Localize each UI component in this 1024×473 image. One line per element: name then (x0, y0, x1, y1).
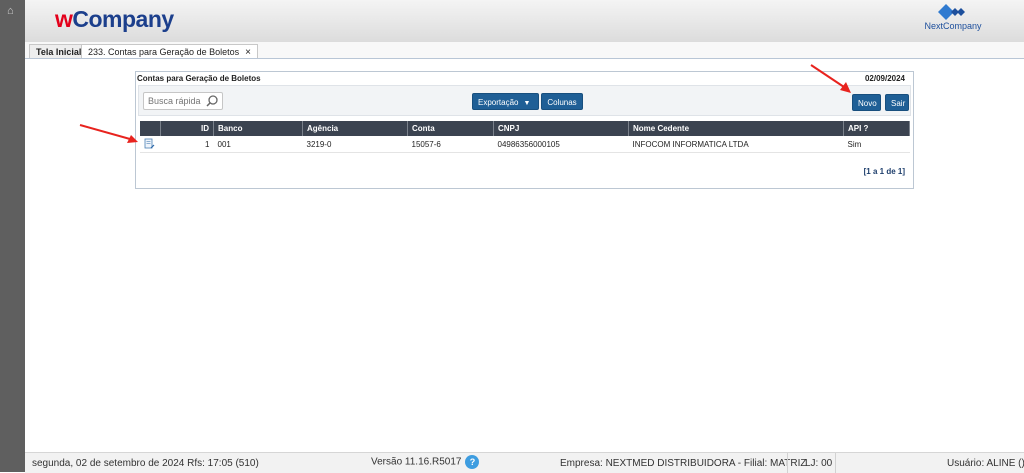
status-divider (787, 453, 788, 473)
columns-button[interactable]: Colunas (541, 93, 583, 110)
cell-banco: 001 (213, 136, 303, 153)
column-header-id[interactable]: ID (160, 121, 214, 136)
tab-contas-boletos[interactable]: 233. Contas para Geração de Boletos × (81, 44, 258, 58)
left-sidebar: ⌂ (0, 0, 25, 472)
close-icon[interactable]: × (245, 47, 251, 58)
search-icon[interactable] (206, 94, 218, 108)
panel-date: 02/09/2024 (864, 74, 905, 83)
annotation-arrow-icon (79, 124, 138, 143)
accounts-panel: Contas para Geração de Boletos 02/09/202… (135, 71, 914, 189)
panel-title: Contas para Geração de Boletos (137, 74, 261, 83)
status-user: Usuário: ALINE () (947, 458, 1024, 469)
column-header-agencia[interactable]: Agência (302, 121, 408, 136)
nextcompany-diamond-icon (938, 4, 965, 20)
search-box[interactable] (143, 92, 223, 110)
cell-cnpj: 04986356000105 (493, 136, 629, 153)
toolbar: Exportação▼ Colunas Novo Sair (138, 85, 911, 116)
column-header-api[interactable]: API ? (843, 121, 910, 136)
table-header-row: ID Banco Agência Conta CNPJ Nome Cedente… (140, 121, 910, 136)
table-row[interactable]: 1 001 3219-0 15057-6 04986356000105 INFO… (140, 136, 910, 153)
cell-conta: 15057-6 (407, 136, 494, 153)
exit-button[interactable]: Sair (885, 94, 909, 111)
home-icon[interactable]: ⌂ (7, 5, 14, 17)
cell-agencia: 3219-0 (302, 136, 408, 153)
status-bar: segunda, 02 de setembro de 2024 Rfs: 17:… (25, 452, 1024, 473)
chevron-down-icon: ▼ (523, 100, 531, 107)
column-header-banco[interactable]: Banco (213, 121, 303, 136)
search-input[interactable] (148, 95, 204, 107)
status-divider (835, 453, 836, 473)
edit-document-icon[interactable] (144, 138, 155, 149)
nextcompany-logo: NextCompany (922, 3, 984, 31)
tab-bar: Tela Inicial 233. Contas para Geração de… (25, 42, 1024, 59)
status-datetime: segunda, 02 de setembro de 2024 Rfs: 17:… (32, 458, 259, 469)
help-icon[interactable]: ? (465, 455, 480, 469)
row-edit-cell[interactable] (140, 136, 161, 153)
column-header-nome-cedente[interactable]: Nome Cedente (628, 121, 844, 136)
accounts-table: ID Banco Agência Conta CNPJ Nome Cedente… (140, 121, 910, 153)
new-button[interactable]: Novo (852, 94, 881, 111)
tab-home[interactable]: Tela Inicial (29, 44, 89, 58)
pagination-info: [1 a 1 de 1] (863, 167, 905, 176)
wcompany-logo: wCompany (55, 6, 174, 32)
column-header-select (140, 121, 161, 136)
cell-api: Sim (843, 136, 910, 153)
cell-nome-cedente: INFOCOM INFORMATICA LTDA (628, 136, 844, 153)
status-company: Empresa: NEXTMED DISTRIBUIDORA - Filial:… (560, 458, 807, 469)
column-header-conta[interactable]: Conta (407, 121, 494, 136)
column-header-cnpj[interactable]: CNPJ (493, 121, 629, 136)
status-store: LJ: 00 (805, 458, 833, 469)
status-version: Versão 11.16.R5017? (371, 455, 480, 469)
app-header: wCompany NextCompany (25, 0, 1024, 42)
cell-id: 1 (160, 136, 214, 153)
export-dropdown-button[interactable]: Exportação ▼ (472, 93, 539, 110)
annotation-arrow-icon (810, 64, 851, 93)
